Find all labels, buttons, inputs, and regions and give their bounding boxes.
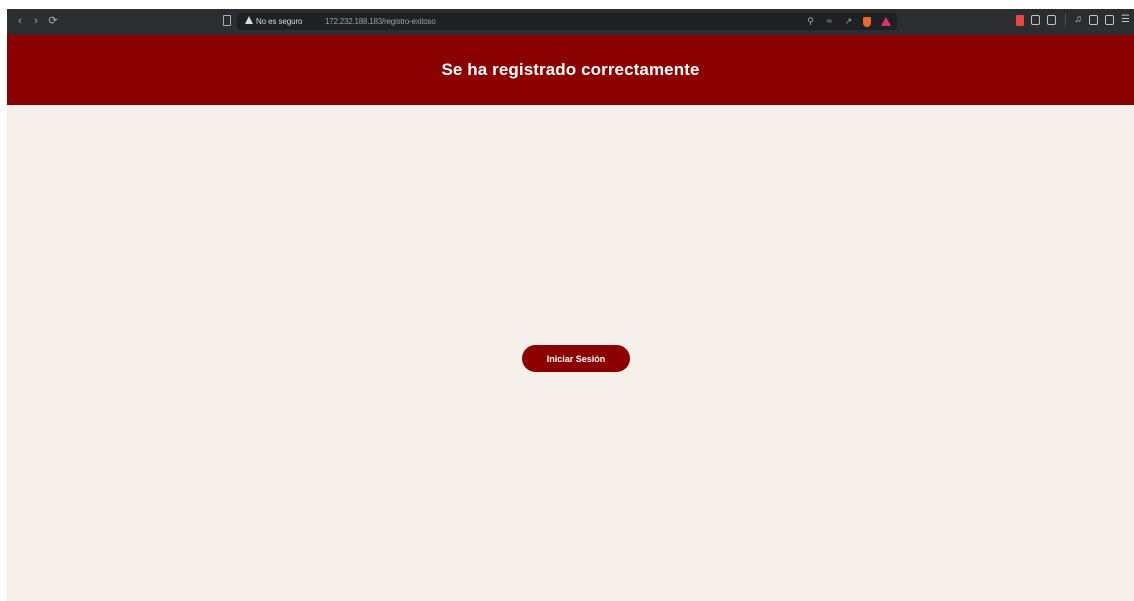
page-header: Se ha registrado correctamente	[7, 35, 1134, 105]
security-status[interactable]: No es seguro	[256, 17, 302, 26]
page-title: Se ha registrado correctamente	[441, 60, 700, 79]
media-icon[interactable]: ♫	[1075, 15, 1083, 25]
warning-icon	[245, 16, 253, 24]
forward-icon[interactable]: ›	[29, 14, 43, 28]
address-bar[interactable]: No es seguro 172.232.188.183/registro-ex…	[237, 13, 897, 30]
reload-icon[interactable]: ⟳	[46, 14, 60, 28]
extension-icon[interactable]	[1015, 14, 1024, 26]
brave-shield-icon[interactable]	[863, 16, 871, 27]
back-icon[interactable]: ‹	[13, 14, 27, 28]
brave-rewards-icon[interactable]	[881, 17, 891, 26]
window-icon[interactable]	[1089, 15, 1099, 25]
address-bar-actions: ⚲ ≈ ↗	[806, 15, 897, 28]
menu-icon[interactable]: ☰	[1121, 15, 1130, 25]
tab-search-icon[interactable]	[1105, 15, 1115, 25]
sidebar-icon[interactable]	[1046, 15, 1056, 25]
zoom-icon[interactable]: ⚲	[806, 17, 815, 26]
login-button[interactable]: Iniciar Sesión	[522, 345, 630, 372]
browser-window: ‹ › ⟳ No es seguro 172.232.188.183/regis…	[7, 9, 1134, 601]
translate-icon[interactable]: ≈	[825, 17, 834, 26]
share-icon[interactable]: ↗	[844, 17, 853, 26]
extension-puzzle-icon[interactable]	[1030, 15, 1040, 25]
url-text[interactable]: 172.232.188.183/registro-exitoso	[325, 17, 436, 26]
extensions-area: ♫ ☰	[1015, 14, 1130, 26]
browser-toolbar: ‹ › ⟳ No es seguro 172.232.188.183/regis…	[7, 9, 1134, 35]
toolbar-divider	[1064, 14, 1066, 26]
bookmark-icon[interactable]	[223, 15, 231, 26]
